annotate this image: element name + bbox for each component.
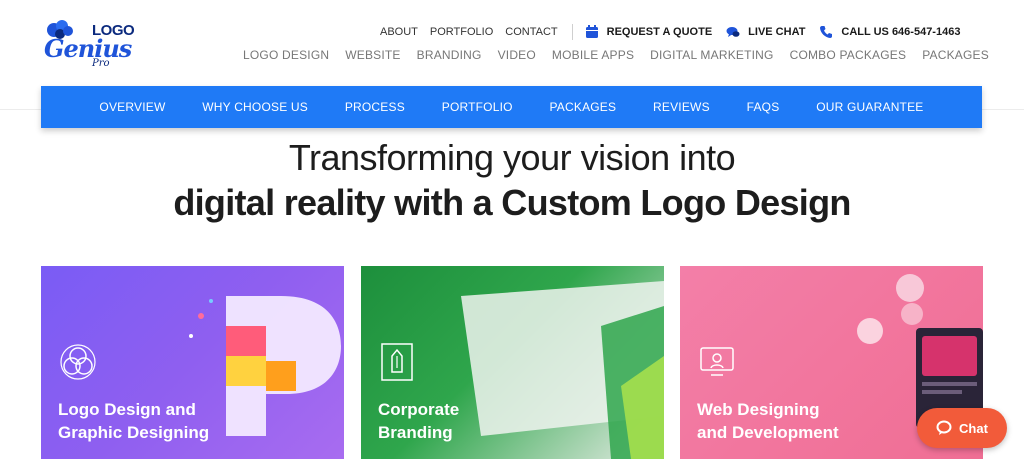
nav-mobile-apps[interactable]: MOBILE APPS <box>552 48 634 62</box>
request-quote-label: REQUEST A QUOTE <box>606 26 713 38</box>
chat-bubbles-icon <box>726 27 740 37</box>
card-title-line: Logo Design and <box>58 400 196 419</box>
card-title-line: Graphic Designing <box>58 423 210 442</box>
cycle-icon <box>60 344 96 380</box>
monitor-icon <box>700 347 734 376</box>
section-nav-bar: OVERVIEW WHY CHOOSE US PROCESS PORTFOLIO… <box>41 86 982 128</box>
chat-button-label: Chat <box>959 420 988 436</box>
hero-headline: Transforming your vision into digital re… <box>0 136 1024 226</box>
section-nav-process[interactable]: PROCESS <box>345 100 405 114</box>
top-actions: REQUEST A QUOTE LIVE CHAT CALL US 646-54… <box>585 25 975 39</box>
top-links: ABOUT PORTFOLIO CONTACT REQUEST A QUOTE <box>380 24 974 40</box>
chat-bubble-icon <box>936 420 952 435</box>
nav-branding[interactable]: BRANDING <box>417 48 482 62</box>
link-portfolio[interactable]: PORTFOLIO <box>430 26 493 38</box>
headline-line-1: Transforming your vision into <box>288 137 736 178</box>
card-title: Web Designing and Development <box>697 398 839 444</box>
chat-button[interactable]: Chat <box>917 408 1007 448</box>
call-us-label: CALL US 646-547-1463 <box>841 26 961 38</box>
nav-logo-design[interactable]: LOGO DESIGN <box>243 48 329 62</box>
section-nav-packages[interactable]: PACKAGES <box>549 100 616 114</box>
nav-combo-packages[interactable]: COMBO PACKAGES <box>790 48 907 62</box>
call-us-link[interactable]: CALL US 646-547-1463 <box>819 25 960 39</box>
card-logo-design[interactable]: Logo Design and Graphic Designing <box>41 266 344 459</box>
site-logo[interactable]: LOGO Genius Pro <box>40 16 140 74</box>
card-title: Logo Design and Graphic Designing <box>58 398 209 444</box>
main-nav: LOGO DESIGN WEBSITE BRANDING VIDEO MOBIL… <box>243 48 1005 62</box>
logo-pro: Pro <box>92 58 110 69</box>
card-corporate-branding[interactable]: Corporate Branding <box>361 266 664 459</box>
logo-script: Genius <box>44 34 132 63</box>
section-nav-our-guarantee[interactable]: OUR GUARANTEE <box>816 100 923 114</box>
nav-website[interactable]: WEBSITE <box>345 48 400 62</box>
card-title-line: Branding <box>378 423 453 442</box>
pen-doc-icon <box>381 343 413 381</box>
section-nav-why-choose-us[interactable]: WHY CHOOSE US <box>202 100 308 114</box>
calendar-icon <box>585 25 598 38</box>
card-title-line: Web Designing <box>697 400 820 419</box>
link-contact[interactable]: CONTACT <box>505 26 557 38</box>
section-nav-faqs[interactable]: FAQS <box>747 100 780 114</box>
section-nav-portfolio[interactable]: PORTFOLIO <box>442 100 513 114</box>
request-quote-link[interactable]: REQUEST A QUOTE <box>585 25 713 39</box>
headline-line-2: digital reality with a Custom Logo Desig… <box>173 182 851 223</box>
nav-digital-marketing[interactable]: DIGITAL MARKETING <box>650 48 773 62</box>
nav-packages[interactable]: PACKAGES <box>922 48 989 62</box>
phone-icon <box>820 26 833 38</box>
card-title-line: and Development <box>697 423 839 442</box>
divider <box>571 24 573 40</box>
link-about[interactable]: ABOUT <box>380 26 418 38</box>
card-title-line: Corporate <box>378 400 460 419</box>
section-nav-overview[interactable]: OVERVIEW <box>99 100 165 114</box>
live-chat-label: LIVE CHAT <box>748 26 806 38</box>
section-nav-reviews[interactable]: REVIEWS <box>653 100 710 114</box>
nav-video[interactable]: VIDEO <box>498 48 536 62</box>
live-chat-link[interactable]: LIVE CHAT <box>726 25 805 39</box>
card-title: Corporate Branding <box>378 398 459 444</box>
